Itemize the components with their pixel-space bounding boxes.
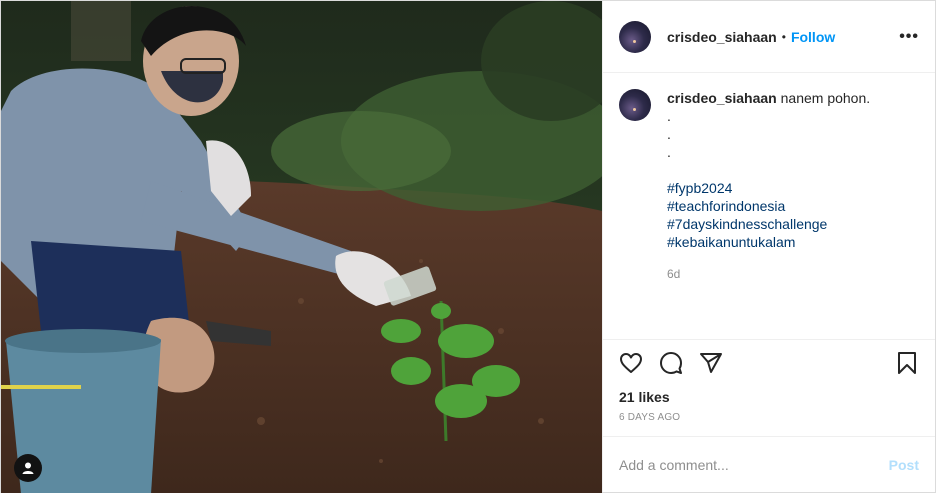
hashtag-link[interactable]: #fypb2024 bbox=[667, 179, 870, 197]
save-button[interactable] bbox=[879, 344, 919, 384]
caption-age[interactable]: 6d bbox=[667, 265, 870, 283]
comment-input[interactable] bbox=[619, 456, 889, 473]
likes-count[interactable]: 21 likes bbox=[603, 388, 935, 410]
caption-dot: . bbox=[667, 144, 671, 160]
post-timestamp[interactable]: 6 DAYS AGO bbox=[603, 410, 935, 436]
comment-button[interactable] bbox=[659, 344, 699, 384]
caption-dot: . bbox=[667, 126, 671, 142]
caption-first-line: crisdeo_siahaan nanem pohon. bbox=[667, 89, 870, 107]
caption-body: crisdeo_siahaan nanem pohon. . . . #fypb… bbox=[667, 89, 870, 283]
follow-button[interactable]: Follow bbox=[791, 29, 835, 45]
tagged-users-button[interactable] bbox=[14, 454, 42, 482]
add-comment-bar: Post bbox=[603, 436, 935, 492]
post-container: crisdeo_siahaan • Follow ••• crisdeo_sia… bbox=[0, 0, 936, 493]
caption-text: nanem pohon. bbox=[780, 90, 871, 106]
user-tag-icon bbox=[21, 461, 35, 475]
post-photo[interactable] bbox=[1, 1, 602, 493]
hashtag-link[interactable]: #kebaikanuntukalam bbox=[667, 233, 870, 251]
caption: crisdeo_siahaan nanem pohon. . . . #fypb… bbox=[619, 89, 919, 283]
post-header: crisdeo_siahaan • Follow ••• bbox=[603, 1, 935, 73]
photo-illustration bbox=[1, 1, 602, 493]
post-sidebar: crisdeo_siahaan • Follow ••• crisdeo_sia… bbox=[602, 1, 935, 492]
post-comment-button[interactable]: Post bbox=[889, 457, 919, 473]
header-separator: • bbox=[781, 29, 786, 44]
avatar[interactable] bbox=[619, 20, 651, 53]
caption-dot: . bbox=[667, 108, 671, 124]
comment-icon bbox=[659, 351, 683, 378]
hashtag-link[interactable]: #7dayskindnesschallenge bbox=[667, 215, 870, 233]
comments-section: crisdeo_siahaan nanem pohon. . . . #fypb… bbox=[603, 73, 935, 340]
heart-icon bbox=[619, 351, 643, 378]
share-button[interactable] bbox=[699, 344, 739, 384]
more-options-icon[interactable]: ••• bbox=[899, 28, 919, 44]
caption-avatar[interactable] bbox=[619, 89, 651, 121]
caption-username-link[interactable]: crisdeo_siahaan bbox=[667, 90, 777, 106]
action-bar bbox=[603, 340, 935, 388]
paper-plane-icon bbox=[699, 351, 723, 378]
username-link[interactable]: crisdeo_siahaan bbox=[667, 29, 777, 45]
bookmark-icon bbox=[895, 351, 919, 378]
hashtag-link[interactable]: #teachforindonesia bbox=[667, 197, 870, 215]
like-button[interactable] bbox=[619, 344, 659, 384]
